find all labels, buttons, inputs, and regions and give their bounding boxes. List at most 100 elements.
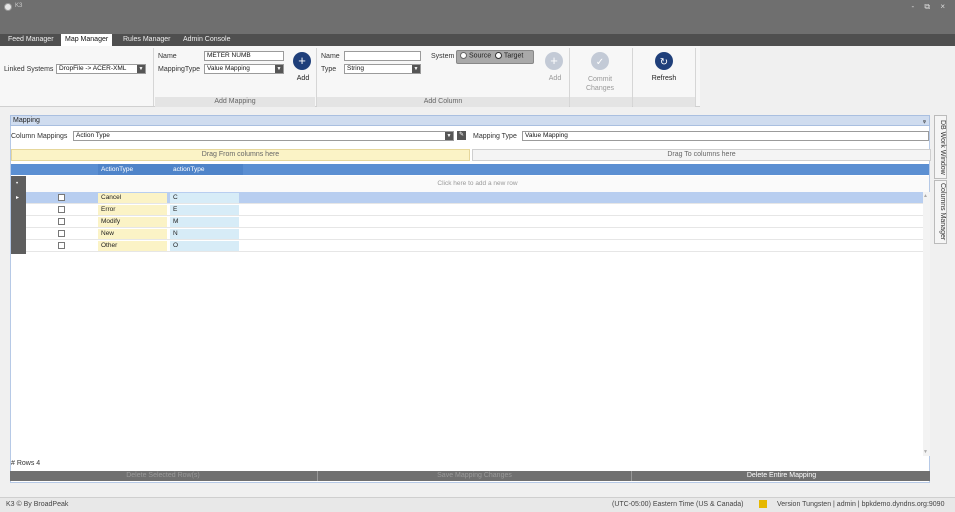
column-mappings-label: Column Mappings [11,133,68,140]
target-radio[interactable]: Target [495,52,523,59]
row-checkbox[interactable] [58,194,65,201]
lock-icon [759,500,767,508]
to-cell[interactable]: C [170,193,239,203]
to-cell[interactable]: N [170,229,239,239]
mapping-name-label: Name [158,53,177,60]
plus-icon: + [298,53,306,68]
linked-systems-label: Linked Systems [4,66,54,73]
from-cell[interactable]: Other [98,241,167,251]
tab-rules-manager[interactable]: Rules Manager [119,34,174,46]
ribbon-divider [695,48,696,106]
status-bar: K3 © By BroadPeak (UTC-05:00) Eastern Ti… [0,497,955,512]
add-mapping-button[interactable]: + [293,52,311,70]
column-type-label: Type [321,66,337,73]
row-indicator-strip [11,176,26,254]
tab-map-manager[interactable]: Map Manager [61,34,113,46]
delete-selected-rows-button[interactable]: Delete Selected Row(s) [10,471,316,481]
title-bar [0,0,955,14]
column-type-dropdown[interactable]: String ▼ [344,64,421,74]
column-name-input[interactable] [344,51,421,61]
status-version: Version Tungsten | admin | bpkdemo.dyndn… [777,501,945,508]
vertical-scrollbar[interactable] [923,192,930,456]
ribbon-divider [153,48,154,106]
mapping-type-dropdown[interactable]: Value Mapping ▼ [204,64,284,74]
table-row[interactable]: Error E [26,204,923,216]
from-cell[interactable]: Cancel [98,193,167,203]
to-cell[interactable]: M [170,217,239,227]
add-mapping-label: Add [296,75,310,82]
table-row[interactable]: Modify M [26,216,923,228]
window-title: K3 [15,3,23,9]
side-tab-columns-manager[interactable]: Columns Manager [934,180,947,244]
from-cell[interactable]: New [98,229,167,239]
chevron-down-icon: ▼ [275,65,283,73]
add-column-button[interactable]: + [545,52,563,70]
linked-systems-value: DropFile -> ACER-XML [59,65,127,72]
current-row-arrow-icon: ▸ [16,195,20,201]
refresh-group-footer [633,97,695,107]
source-radio-label: Source [468,52,492,60]
refresh-button[interactable]: ↻ [655,52,673,70]
from-cell[interactable]: Modify [98,217,167,227]
to-cell[interactable]: E [170,205,239,215]
check-icon: ✓ [595,57,605,68]
commit-group-footer [570,97,632,107]
mapping-type-label-panel: Mapping Type [473,133,517,140]
drag-from-zone[interactable]: Drag From columns here [11,149,470,161]
mapping-name-input[interactable]: METER NUMB [204,51,284,61]
app-logo-icon [4,3,12,11]
pencil-icon: ✎ [458,132,465,138]
row-checkbox[interactable] [58,230,65,237]
target-radio-label: Target [503,52,524,60]
save-mapping-changes-button[interactable]: Save Mapping Changes [317,471,631,481]
rows-count: # Rows 4 [11,460,41,467]
mapping-type-value: Value Mapping [207,65,250,72]
mapping-panel-header: Mapping ᵩ [10,115,930,126]
column-mappings-value: Action Type [76,132,110,139]
linked-systems-dropdown[interactable]: DropFile -> ACER-XML ▼ [56,64,146,74]
column-mappings-dropdown[interactable]: Action Type ▼ [73,131,454,141]
side-tab-db-work-window[interactable]: DB Work Window [934,115,947,179]
refresh-label: Refresh [651,75,677,82]
mapping-panel-title: Mapping [13,117,40,124]
commit-changes-button[interactable]: ✓ [591,52,609,70]
table-row[interactable]: Cancel C [26,192,923,204]
row-checkbox[interactable] [58,218,65,225]
scroll-up-icon[interactable]: ▲ [923,193,928,199]
add-new-row[interactable]: Click here to add a new row [26,176,929,193]
mapping-type-field[interactable]: Value Mapping [522,131,929,141]
system-radio-group: Source Target [456,50,534,64]
chevron-down-icon: ▼ [445,132,453,140]
delete-entire-mapping-button[interactable]: Delete Entire Mapping [631,471,931,481]
add-mapping-group-label: Add Mapping [155,97,315,107]
grid-header-from-column[interactable]: ActionType [98,164,171,175]
status-timezone: (UTC-05:00) Eastern Time (US & Canada) [612,501,744,508]
header-band [0,14,955,34]
table-row[interactable]: Other O [26,240,923,252]
chevron-down-icon: ▼ [137,65,145,73]
window-controls[interactable]: - ⧉ × [912,2,950,12]
edit-mapping-button[interactable]: ✎ [457,131,466,140]
column-type-value: String [347,65,364,72]
refresh-icon: ↻ [659,57,669,68]
grid-header-to-column[interactable]: actionType [170,164,243,175]
tab-admin-console[interactable]: Admin Console [179,34,234,46]
row-checkbox[interactable] [58,242,65,249]
table-row[interactable]: New N [26,228,923,240]
pin-icon[interactable]: ᵩ [923,116,926,125]
column-name-label: Name [321,53,340,60]
source-radio[interactable]: Source [460,52,491,59]
new-row-marker-icon: • [16,181,19,187]
system-label: System [431,53,455,60]
radio-icon [460,52,467,59]
scroll-down-icon[interactable]: ▼ [923,449,928,455]
plus-icon: + [550,53,558,68]
to-cell[interactable]: O [170,241,239,251]
status-copyright: K3 © By BroadPeak [6,501,69,508]
mapping-type-label: MappingType [158,66,201,73]
commit-changes-label: Commit Changes [585,76,615,92]
tab-feed-manager[interactable]: Feed Manager [4,34,58,46]
from-cell[interactable]: Error [98,205,167,215]
drag-to-zone[interactable]: Drag To columns here [472,149,931,161]
row-checkbox[interactable] [58,206,65,213]
